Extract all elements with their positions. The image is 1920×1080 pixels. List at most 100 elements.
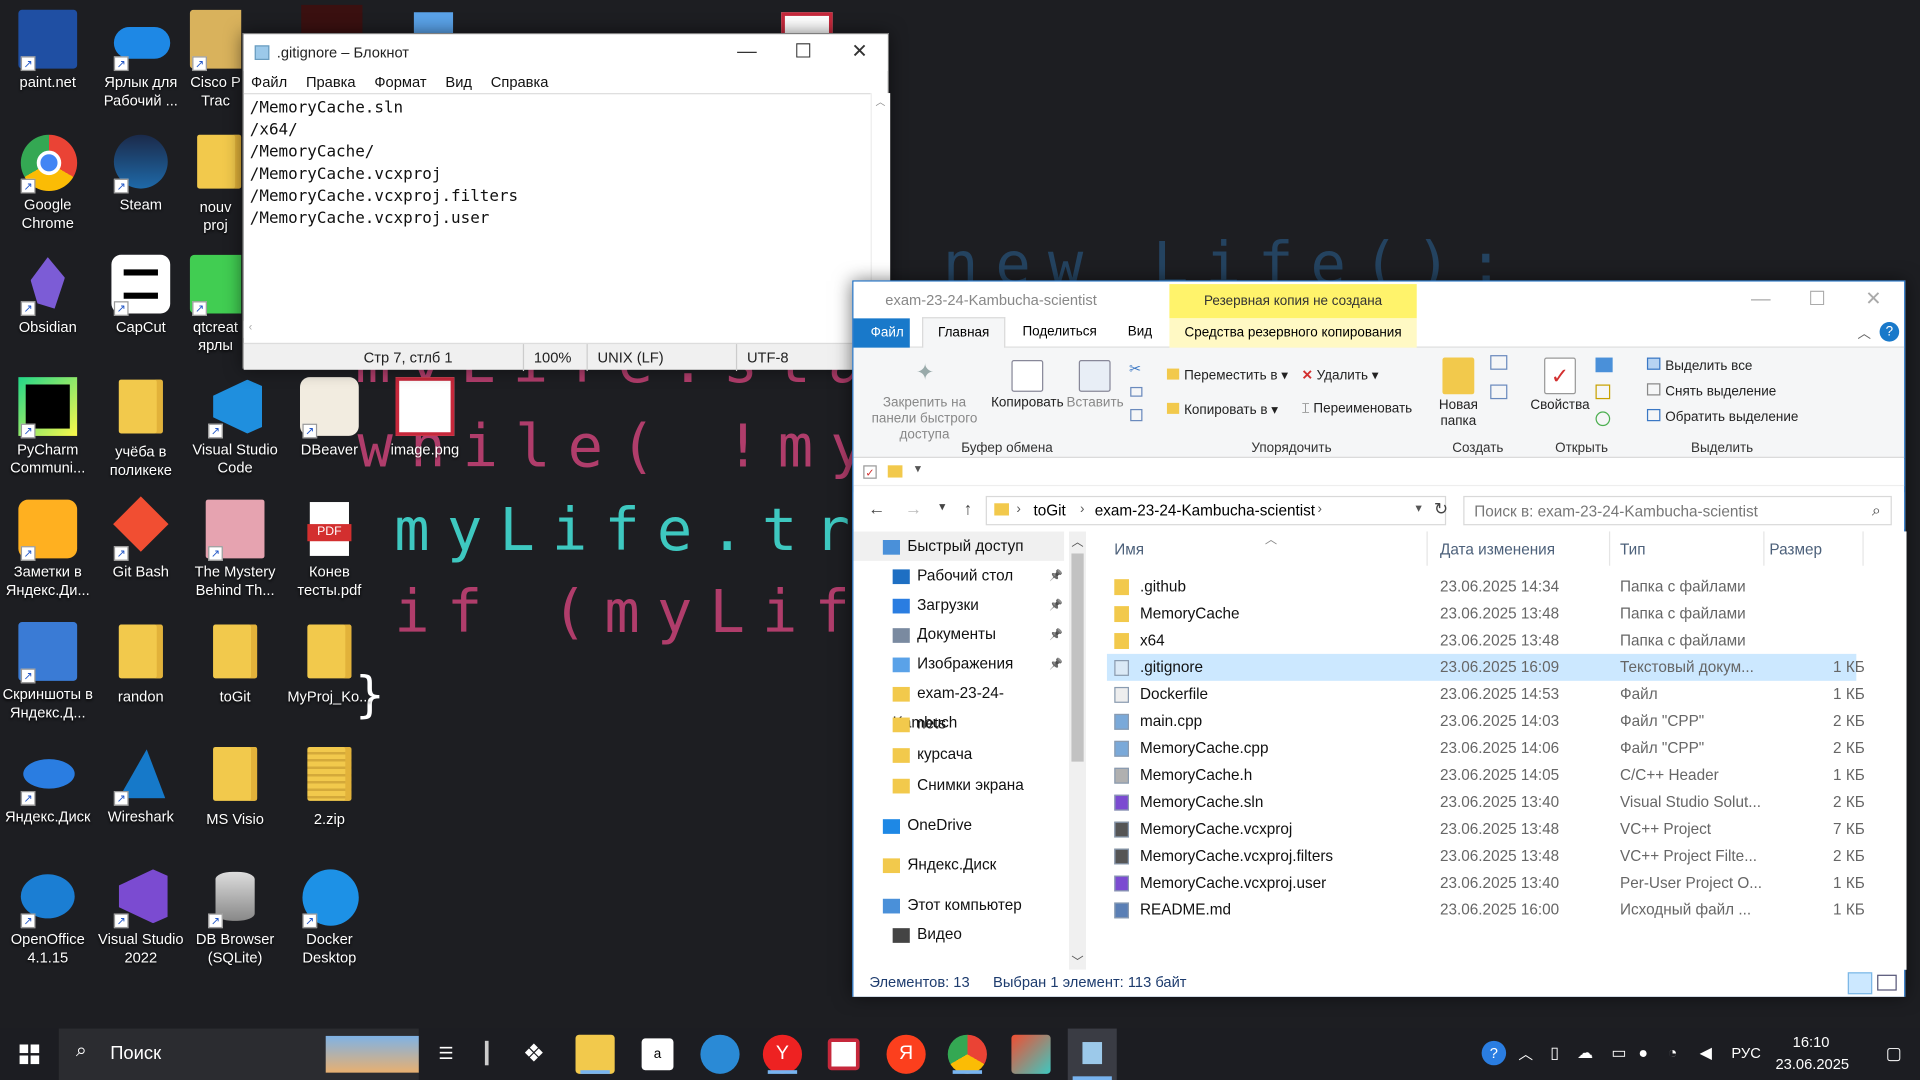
volume-icon[interactable]: ◀ xyxy=(1700,1043,1712,1063)
menu-format[interactable]: Формат xyxy=(374,73,426,90)
yandex-browser-icon[interactable]: Y xyxy=(762,1034,803,1074)
minimize-button[interactable]: — xyxy=(719,34,775,71)
nav-item[interactable]: Снимки экрана xyxy=(853,770,1064,799)
column-date[interactable]: Дата изменения xyxy=(1440,541,1555,558)
new-item-icon[interactable] xyxy=(1490,355,1508,370)
desktop-icon-wireshark[interactable]: ↗ Wireshark xyxy=(96,744,187,826)
language-indicator[interactable]: РУС xyxy=(1731,1044,1760,1061)
edit-icon[interactable] xyxy=(1595,384,1611,400)
desktop-icon-vs2022[interactable]: ↗ Visual Studio 2022 xyxy=(96,867,187,967)
rename-button[interactable]: ⌶ Переименовать xyxy=(1302,402,1413,418)
nav-item[interactable]: OneDrive xyxy=(853,811,1064,840)
help-tray-icon[interactable]: ? xyxy=(1481,1040,1507,1066)
desktop-icon-dbbrowser[interactable]: ↗ DB Browser (SQLite) xyxy=(190,867,281,967)
desktop-icon-imagepng[interactable]: image.png xyxy=(380,377,471,459)
pin-icon[interactable]: 📌 xyxy=(1049,561,1063,590)
edge-icon[interactable] xyxy=(700,1034,740,1074)
cloud-offline-icon[interactable]: ☁ xyxy=(1577,1043,1593,1063)
properties-quick-icon[interactable]: ✓ xyxy=(863,465,877,479)
yandex-icon[interactable]: Я xyxy=(886,1034,926,1074)
recent-locations-icon[interactable]: ▾ xyxy=(939,501,945,514)
nav-scrollbar[interactable]: ︿ ﹀ xyxy=(1068,531,1087,970)
deselect-button[interactable]: Снять выделение xyxy=(1646,383,1776,399)
customize-toolbar-icon[interactable]: ▾ xyxy=(915,463,921,476)
desktop-icon-chrome[interactable]: ↗ Google Chrome xyxy=(2,132,93,232)
file-row[interactable]: MemoryCache.sln 23.06.2025 13:40 Visual St… xyxy=(1107,789,1865,816)
desktop-icon-msvisio[interactable]: MS Visio xyxy=(190,744,281,828)
file-explorer-icon[interactable] xyxy=(575,1034,615,1074)
move-to-button[interactable]: Переместить в ▾ xyxy=(1166,367,1288,383)
tab-backup-tools[interactable]: Средства резервного копирования xyxy=(1169,318,1417,348)
device-icon[interactable]: ▯ xyxy=(1550,1043,1559,1063)
nav-item[interactable]: exam-23-24-Kambuch xyxy=(853,678,1064,731)
desktop-icon-capcut[interactable]: ↗ CapCut xyxy=(96,254,187,337)
file-row[interactable]: Dockerfile 23.06.2025 14:53 Файл 1 КБ xyxy=(1107,681,1865,708)
select-all-button[interactable]: Выделить все xyxy=(1646,357,1752,373)
task-view-icon[interactable]: ☰ xyxy=(438,1043,453,1064)
desktop-icon-yadisk[interactable]: ↗ Яндекс.Диск xyxy=(2,744,93,826)
tab-file[interactable]: Файл xyxy=(853,318,910,348)
file-row[interactable]: MemoryCache.cpp 23.06.2025 14:06 Файл "CPP… xyxy=(1107,735,1865,762)
menu-help[interactable]: Справка xyxy=(491,73,549,90)
microphone-icon[interactable]: ● xyxy=(1638,1043,1648,1061)
desktop-icon-togit[interactable]: toGit xyxy=(190,622,281,706)
copy-to-button[interactable]: Копировать в ▾ xyxy=(1166,402,1278,418)
explorer-titlebar[interactable]: exam-23-24-Kambucha-scientist Резервная … xyxy=(853,281,1905,319)
desktop-icon-obsidian[interactable]: ↗ Obsidian xyxy=(2,255,93,337)
close-button[interactable]: ✕ xyxy=(831,34,887,71)
nav-item[interactable]: nets xyxy=(853,709,1064,738)
desktop-icon-myproj[interactable]: MyProj_Ko... xyxy=(284,622,375,706)
file-row[interactable]: .github 23.06.2025 14:34 Папка с файлами xyxy=(1107,573,1856,600)
pin-quick-access-button[interactable]: ✦ Закрепить на панели быстрого доступа xyxy=(861,360,988,443)
tab-home[interactable]: Главная xyxy=(922,317,1006,349)
pin-icon[interactable]: 📌 xyxy=(1049,590,1063,619)
minimize-button[interactable]: — xyxy=(1733,282,1789,319)
windows-start-icon[interactable] xyxy=(19,1044,40,1065)
dropbox-icon[interactable]: ❖ xyxy=(514,1035,553,1074)
desktop-icon-nouv[interactable]: nouv proj xyxy=(190,132,242,235)
breadcrumb-current[interactable]: exam-23-24-Kambucha-scientist xyxy=(1095,502,1315,519)
column-name[interactable]: Имя xyxy=(1114,541,1144,558)
collapse-ribbon-icon[interactable]: ︿ xyxy=(1858,323,1871,343)
desktop-icon-ucheba[interactable]: учёба в поликеке xyxy=(96,377,187,480)
nav-item[interactable]: Документы 📌 xyxy=(853,620,1064,649)
cut-icon[interactable]: ✂ xyxy=(1129,360,1141,377)
battery-icon[interactable]: ▭ xyxy=(1611,1043,1626,1063)
nav-item[interactable]: Загрузки 📌 xyxy=(853,590,1064,619)
desktop-icon-vscode[interactable]: ↗ Visual Studio Code xyxy=(190,377,281,477)
paste-shortcut-icon[interactable] xyxy=(1130,408,1143,422)
open-icon[interactable] xyxy=(1595,357,1613,373)
desktop-icon-randon[interactable]: randon xyxy=(96,622,187,706)
nav-item[interactable]: Видео xyxy=(853,920,1064,949)
horizontal-scrollbar[interactable]: ‹› xyxy=(243,320,871,338)
desktop-icon-cisco[interactable]: ↗ Cisco P Trac xyxy=(189,9,242,110)
desktop-icon-dbeaver[interactable]: ↗ DBeaver xyxy=(284,377,375,459)
desktop-icon-pycharm[interactable]: ↗ PyCharm Communi... xyxy=(2,377,93,477)
file-row[interactable]: MemoryCache.vcxproj 23.06.2025 13:48 VC++ … xyxy=(1107,816,1865,843)
file-row[interactable]: MemoryCache.h 23.06.2025 14:05 C/C++ Heade… xyxy=(1107,762,1865,789)
column-size[interactable]: Размер xyxy=(1769,541,1822,558)
maximize-button[interactable]: ☐ xyxy=(775,34,831,71)
taskbar-search[interactable]: ⌕ Поиск xyxy=(58,1028,419,1080)
notepad-taskbar-icon[interactable] xyxy=(1067,1028,1117,1080)
delete-button[interactable]: ✕ Удалить ▾ xyxy=(1302,367,1379,384)
properties-button[interactable]: ✓ Свойства xyxy=(1529,357,1590,414)
menu-view[interactable]: Вид xyxy=(445,73,472,90)
file-row[interactable]: x64 23.06.2025 13:48 Папка с файлами xyxy=(1107,627,1856,654)
file-row[interactable]: .gitignore 23.06.2025 16:09 Текстовый доку… xyxy=(1106,653,1865,681)
copy-path-icon[interactable] xyxy=(1130,386,1143,397)
amazon-icon[interactable]: a xyxy=(641,1038,674,1071)
nav-item[interactable]: курсача xyxy=(853,740,1064,769)
partial-icon[interactable] xyxy=(301,4,363,37)
desktop-icon-screenshots[interactable]: ↗ Скриншоты в Яндекс.Д... xyxy=(2,622,93,722)
invert-selection-button[interactable]: Обратить выделение xyxy=(1646,408,1798,425)
nav-item[interactable]: Яндекс.Диск xyxy=(853,850,1064,879)
forward-arrow-icon[interactable]: → xyxy=(905,498,922,518)
desktop-icon-steam[interactable]: ↗ Steam xyxy=(96,132,187,214)
nav-item[interactable]: Этот компьютер xyxy=(853,890,1064,919)
tab-share[interactable]: Поделиться xyxy=(1022,324,1096,339)
image-viewer-icon[interactable] xyxy=(827,1038,860,1071)
maximize-button[interactable]: ☐ xyxy=(1789,282,1845,319)
search-box[interactable]: Поиск в: exam-23-24-Kambucha-scientist ⌕ xyxy=(1463,495,1892,526)
tab-view[interactable]: Вид xyxy=(1128,324,1152,339)
